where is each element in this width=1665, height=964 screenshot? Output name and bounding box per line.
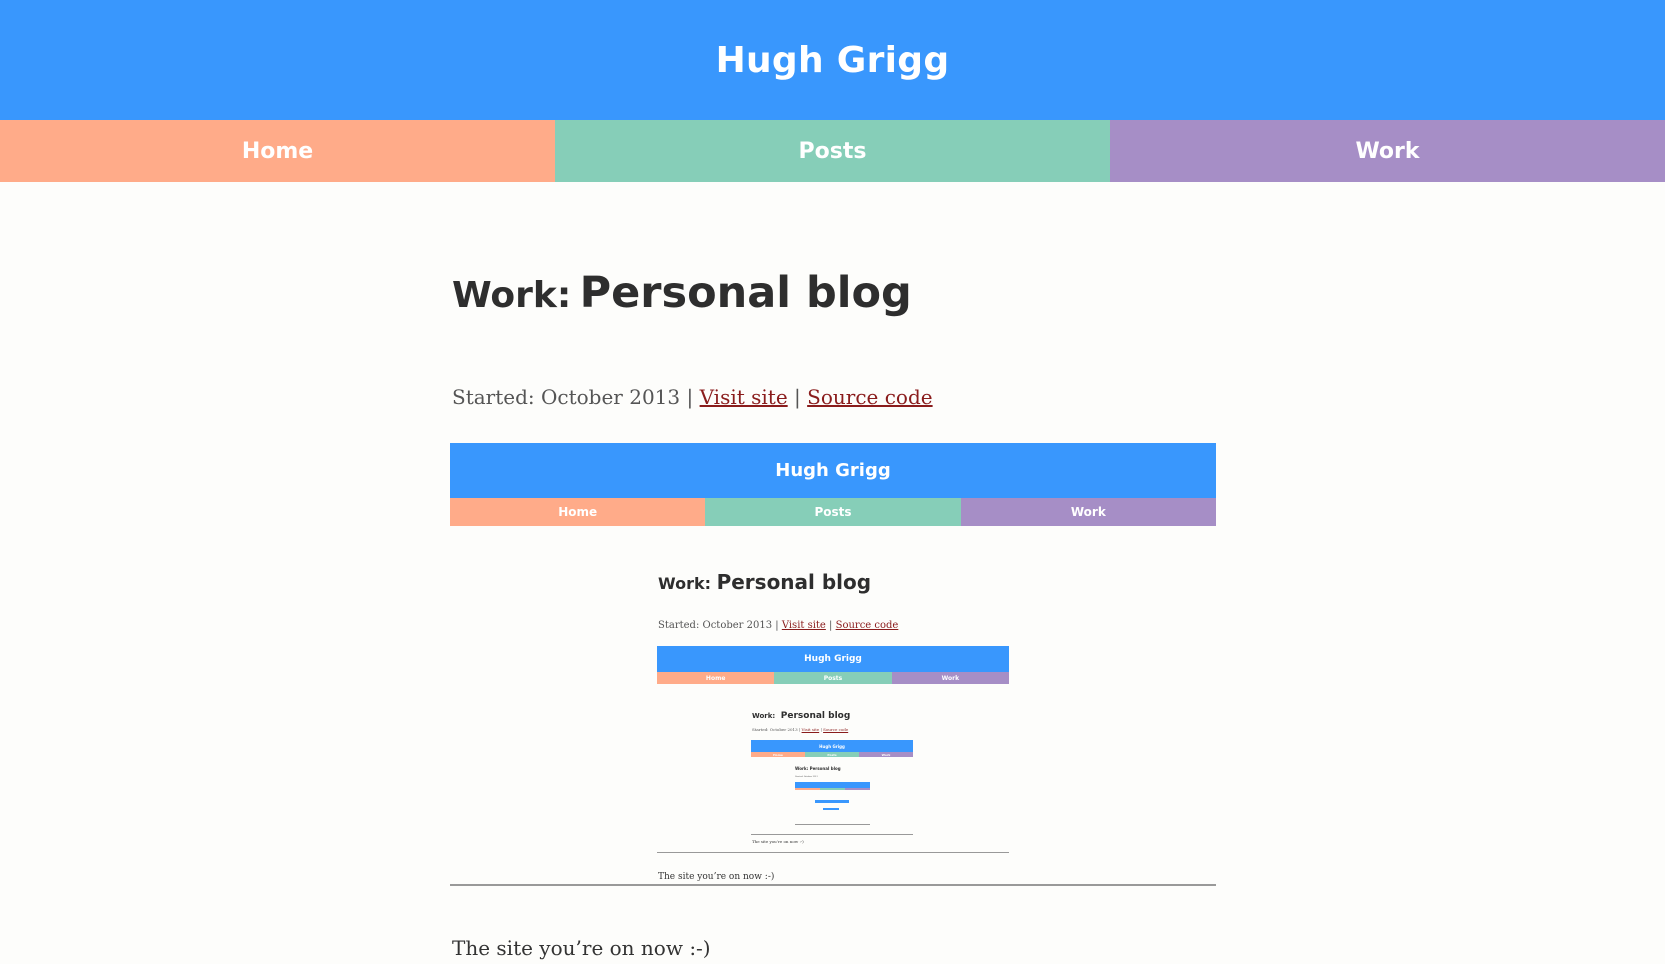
nested-started: Started: October 2013: [752, 727, 798, 732]
nested-page-title: Work: Personal blog: [752, 703, 850, 722]
nested-visit-link: Visit site: [801, 727, 820, 732]
page-title-main: Personal blog: [579, 268, 912, 318]
level3-nav-posts: Posts: [805, 752, 859, 757]
screenshot-header: Hugh Grigg: [450, 443, 1216, 498]
level3-title-main: Personal blog: [809, 766, 841, 771]
level3-header: Hugh Grigg: [751, 740, 913, 752]
level3-nav-home: Home: [751, 752, 805, 757]
page-title-prefix: Work:: [452, 275, 572, 316]
screenshot-caption: The site you’re on now :-): [658, 872, 775, 882]
level3-page-title: Work: Personal blog: [795, 766, 841, 771]
level4-rule: [795, 824, 870, 825]
level3-site-title: Hugh Grigg: [819, 743, 845, 749]
meta-separator: |: [686, 385, 694, 409]
screenshot-started: Started: October 2013: [658, 620, 773, 631]
main-nav: Home Posts Work: [0, 120, 1665, 182]
nested-screenshot: Hugh Grigg Home Posts Work Work: Persona…: [657, 646, 1009, 856]
nav-posts[interactable]: Posts: [555, 120, 1110, 182]
page-title: Work: Personal blog: [452, 268, 912, 318]
nested-title-main: Personal blog: [780, 711, 851, 721]
nav-work[interactable]: Work: [1110, 120, 1665, 182]
nav-home[interactable]: Home: [0, 120, 555, 182]
level3-title-prefix: Work:: [795, 766, 809, 771]
screenshot-page-title: Work: Personal blog: [658, 570, 871, 594]
nested-source-link: Source code: [823, 727, 849, 732]
visit-site-link[interactable]: Visit site: [700, 385, 788, 409]
screenshot-nav: Home Posts Work: [450, 498, 1216, 526]
nested-rule: [657, 852, 1009, 853]
nested-nav-posts: Posts: [774, 672, 892, 684]
level3-rule: [751, 834, 913, 835]
site-header: Hugh Grigg: [0, 0, 1665, 120]
screenshot-source-link: Source code: [835, 620, 899, 631]
level3-nav-work: Work: [859, 752, 913, 757]
level4-nav-posts: [820, 788, 845, 790]
screenshot-nav-posts: Posts: [705, 498, 961, 526]
screenshot-title-main: Personal blog: [716, 570, 872, 594]
level4-nav-work: [845, 788, 870, 790]
work-caption: The site you’re on now :-): [452, 936, 711, 960]
level3-meta: Started: October 2013: [795, 776, 818, 778]
level3-started: Started: October 2013: [795, 776, 818, 778]
screenshot-bottom-rule: [450, 884, 1216, 886]
nested-meta-separator: |: [798, 727, 801, 732]
screenshot-meta-separator: |: [775, 620, 779, 631]
screenshot-meta: Started: October 2013 | Visit site | Sou…: [658, 620, 898, 631]
nested-nav-home: Home: [657, 672, 775, 684]
site-screenshot: Hugh Grigg Home Posts Work Work: Persona…: [450, 443, 1216, 889]
screenshot-title-prefix: Work:: [658, 574, 711, 593]
source-code-link[interactable]: Source code: [807, 385, 932, 409]
screenshot-nav-work: Work: [960, 498, 1216, 526]
screenshot-nav-home: Home: [450, 498, 706, 526]
screenshot-visit-link: Visit site: [781, 620, 826, 631]
nested-nav: Home Posts Work: [657, 672, 1009, 684]
site-title[interactable]: Hugh Grigg: [716, 40, 950, 81]
nested-caption: The site you’re on now :-): [752, 839, 804, 844]
meta-separator: |: [794, 385, 801, 409]
nested-meta: Started: October 2013 | Visit site | Sou…: [752, 727, 848, 732]
nested-screenshot-level3: Hugh Grigg Home Posts Work Work: Persona…: [751, 740, 913, 836]
work-meta: Started: October 2013 | Visit site | Sou…: [452, 385, 933, 409]
nested-meta-separator: |: [820, 727, 822, 732]
nested-title-prefix: Work:: [752, 712, 776, 720]
screenshot-meta-separator: |: [829, 620, 833, 631]
nested-site-title: Hugh Grigg: [804, 654, 862, 664]
nested-header: Hugh Grigg: [657, 646, 1009, 672]
level5-header: [815, 800, 849, 803]
nested-nav-work: Work: [891, 672, 1009, 684]
started-date: Started: October 2013: [452, 385, 681, 409]
level3-nav: Home Posts Work: [751, 752, 913, 757]
level6-header: [823, 808, 839, 810]
level4-nav-home: [795, 788, 820, 790]
screenshot-site-title: Hugh Grigg: [775, 460, 891, 481]
